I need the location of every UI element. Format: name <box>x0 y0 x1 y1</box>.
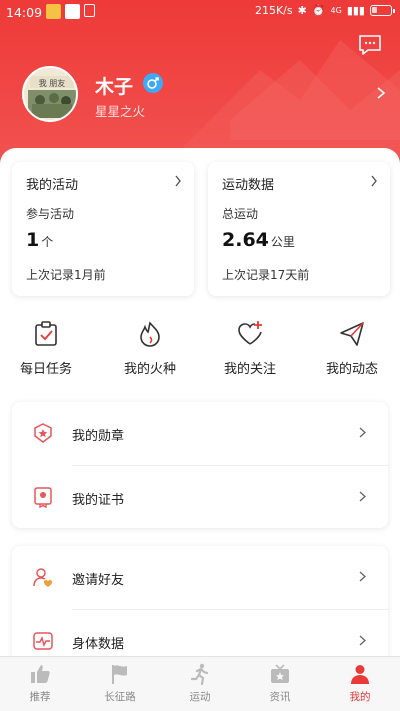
tab-recommend[interactable]: 推荐 <box>0 657 80 711</box>
menu-row-certificates[interactable]: 我的证书 <box>12 466 388 528</box>
invite-user-icon <box>33 568 52 587</box>
menu-row-invite-friends[interactable]: 邀请好友 <box>12 546 388 608</box>
heart-plus-icon <box>238 321 262 345</box>
menu-row-medals[interactable]: 我的勋章 <box>12 402 388 464</box>
tab-label: 我的 <box>349 691 371 703</box>
paper-plane-icon <box>340 322 364 346</box>
sports-card[interactable]: 运动数据 总运动 2.64 公里 上次记录17天前 <box>208 162 390 296</box>
chevron-right-icon <box>359 571 366 582</box>
activity-card-value: 1个 <box>26 229 54 251</box>
status-time: 14:09 <box>6 5 43 20</box>
signal-icon: ▮▮▮ <box>346 4 365 17</box>
tab-long-march[interactable]: 长征路 <box>80 657 160 711</box>
tab-label: 长征路 <box>104 691 136 703</box>
quick-action-daily-tasks[interactable]: 每日任务 <box>0 320 96 380</box>
user-subtitle: 星星之火 <box>95 104 146 119</box>
medal-icon <box>34 423 52 443</box>
user-name: 木子 <box>95 76 134 98</box>
activity-card[interactable]: 我的活动 参与活动 1个 上次记录1月前 <box>12 162 194 296</box>
chevron-right-icon <box>359 635 366 646</box>
alarm-icon: ⏰ <box>311 4 326 17</box>
certificate-icon <box>34 487 52 508</box>
running-icon <box>190 663 209 685</box>
tab-mine[interactable]: 我的 <box>320 657 400 711</box>
tv-icon <box>271 664 289 683</box>
quick-action-my-flame[interactable]: 我的火种 <box>100 320 200 380</box>
status-right: 215K/s ✱ ⏰ 4G ▮▮▮ <box>254 4 395 17</box>
chevron-right-icon <box>371 175 377 187</box>
menu-row-label: 邀请好友 <box>72 573 125 588</box>
svg-text:我 朋友: 我 朋友 <box>39 78 66 88</box>
thumbs-up-icon <box>31 665 50 683</box>
bottom-tab-bar: 推荐 长征路 运动 资讯 我的 <box>0 656 400 711</box>
sports-card-label: 总运动 <box>222 207 259 221</box>
tab-label: 运动 <box>189 691 211 703</box>
sports-card-value: 2.64 公里 <box>222 229 295 251</box>
activity-card-footer: 上次记录1月前 <box>26 268 106 282</box>
avatar[interactable]: 我 朋友 <box>22 66 78 122</box>
app-notification-icon <box>65 4 80 19</box>
menu-group-social: 邀请好友 身体数据 <box>12 546 388 672</box>
message-icon[interactable] <box>358 34 382 56</box>
activity-card-title: 我的活动 <box>26 178 79 193</box>
tab-label: 资讯 <box>269 691 291 703</box>
battery-icon <box>370 5 395 16</box>
sports-card-title: 运动数据 <box>222 178 275 193</box>
app-notification-icon <box>46 4 61 19</box>
menu-row-label: 身体数据 <box>72 637 125 652</box>
status-bar: 14:09 215K/s ✱ ⏰ 4G ▮▮▮ <box>0 0 400 24</box>
quick-action-label: 我的关注 <box>223 362 276 377</box>
status-notification-icons <box>46 4 95 19</box>
quick-action-label: 我的动态 <box>325 362 378 377</box>
tab-label: 推荐 <box>29 691 51 703</box>
clipboard-check-icon <box>35 321 57 346</box>
bluetooth-icon: ✱ <box>297 4 307 17</box>
person-icon <box>351 665 369 684</box>
chevron-right-icon <box>175 175 181 187</box>
flag-icon <box>112 665 127 684</box>
trash-icon <box>84 4 95 17</box>
menu-row-label: 我的勋章 <box>72 429 125 444</box>
flame-icon <box>140 321 160 347</box>
quick-action-my-posts[interactable]: 我的动态 <box>302 320 400 380</box>
profile-chevron-right-icon[interactable] <box>376 86 386 100</box>
network-type: 4G <box>330 6 342 15</box>
chevron-right-icon <box>359 427 366 438</box>
menu-group-achievements: 我的勋章 我的证书 <box>12 402 388 528</box>
menu-row-label: 我的证书 <box>72 493 125 508</box>
network-speed: 215K/s <box>254 4 293 17</box>
quick-action-label: 每日任务 <box>19 362 72 377</box>
sports-card-footer: 上次记录17天前 <box>222 268 310 282</box>
tab-news[interactable]: 资讯 <box>240 657 320 711</box>
activity-card-label: 参与活动 <box>26 207 75 221</box>
tab-sports[interactable]: 运动 <box>160 657 240 711</box>
quick-action-following[interactable]: 我的关注 <box>200 320 300 380</box>
heart-rate-icon <box>33 632 53 650</box>
quick-action-label: 我的火种 <box>123 362 176 377</box>
male-icon <box>143 73 163 93</box>
chevron-right-icon <box>359 491 366 502</box>
